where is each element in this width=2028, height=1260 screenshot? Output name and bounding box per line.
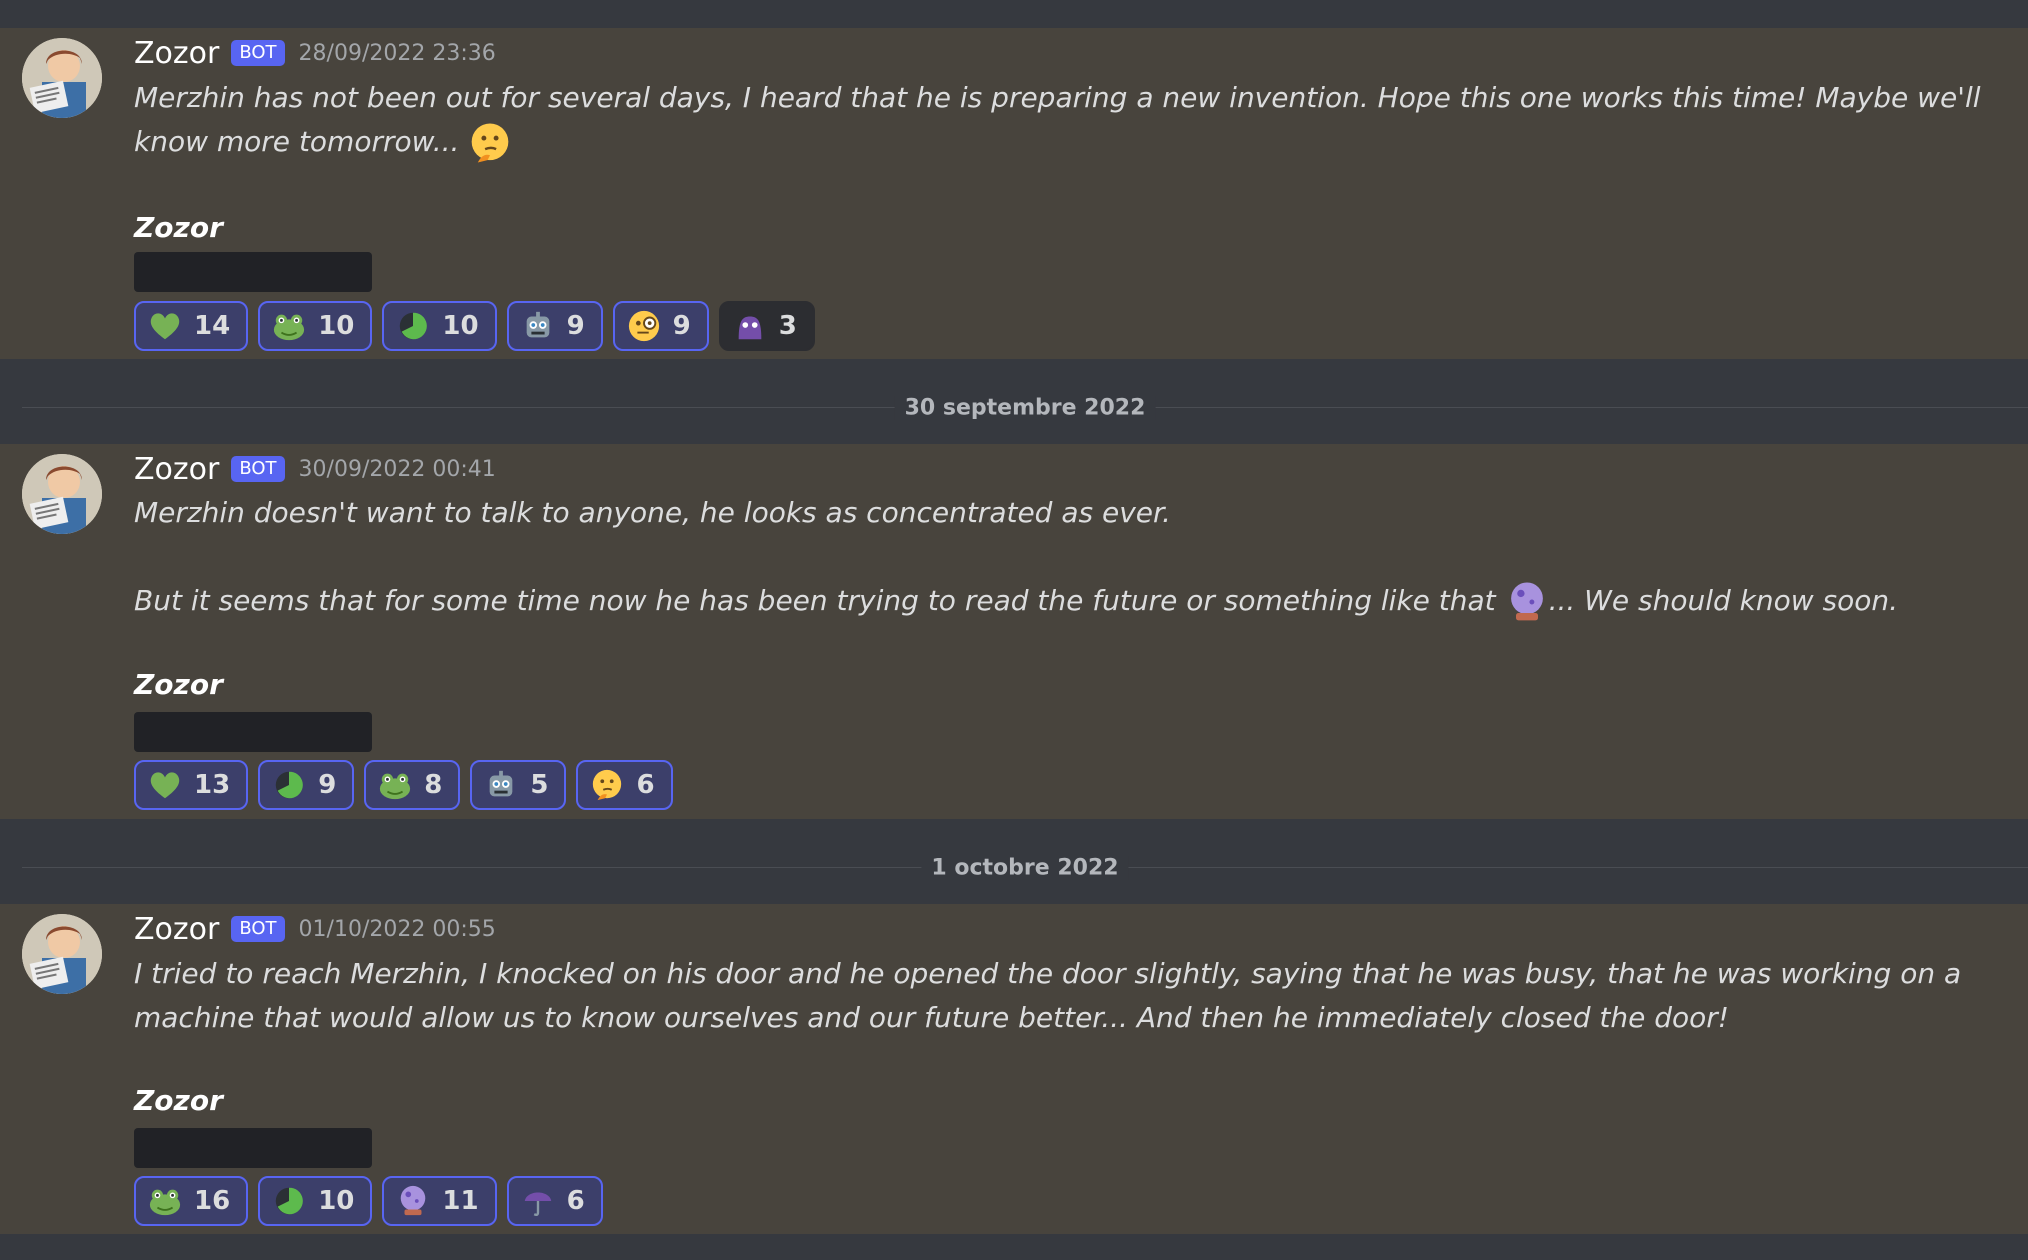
reaction-count: 10 (318, 311, 355, 341)
green-pie-icon (272, 1184, 306, 1218)
reaction-button[interactable]: 6 (506, 1176, 603, 1226)
reaction-button[interactable]: 8 (364, 760, 461, 810)
avatar[interactable] (22, 454, 102, 534)
date-divider: 1 octobre 2022 (22, 855, 2028, 881)
reaction-button[interactable]: 5 (470, 760, 567, 810)
frog-icon (148, 1184, 182, 1218)
date-divider: 30 septembre 2022 (22, 395, 2028, 421)
message-text: Merzhin doesn't want to talk to anyone, … (134, 496, 1171, 529)
crystal-ball-icon (1505, 580, 1549, 624)
date-divider-label: 30 septembre 2022 (894, 395, 1156, 421)
reactions-bar: 14 10 10 9 9 3 (134, 301, 815, 351)
redacted-block (134, 252, 372, 292)
reaction-count: 6 (636, 770, 655, 800)
redacted-block (134, 712, 372, 752)
thinking-face-icon (468, 121, 512, 165)
bot-badge: BOT (231, 40, 285, 66)
reaction-count: 13 (194, 770, 231, 800)
reaction-button[interactable]: 9 (506, 301, 603, 351)
reaction-count: 9 (672, 311, 691, 341)
green-pie-icon (272, 768, 306, 802)
message-timestamp[interactable]: 28/09/2022 23:36 (299, 41, 496, 66)
author-name[interactable]: Zozor (134, 452, 219, 487)
message-signature: Zozor (134, 668, 223, 701)
thinking-face-icon (590, 768, 624, 802)
avatar[interactable] (22, 38, 102, 118)
robot-icon (484, 768, 518, 802)
reaction-button[interactable]: 10 (258, 301, 373, 351)
reaction-button[interactable]: 3 (718, 301, 815, 351)
purple-umbrella-icon (521, 1184, 555, 1218)
author-name[interactable]: Zozor (134, 912, 219, 947)
reaction-button[interactable]: 10 (258, 1176, 373, 1226)
message-text: But it seems that for some time now he h… (134, 579, 1988, 624)
date-divider-label: 1 octobre 2022 (921, 855, 1129, 881)
message-header: Zozor BOT 30/09/2022 00:41 (134, 449, 496, 489)
message-header: Zozor BOT 01/10/2022 00:55 (134, 909, 496, 949)
green-pie-icon (396, 309, 430, 343)
frog-icon (378, 768, 412, 802)
frog-icon (272, 309, 306, 343)
bot-badge: BOT (231, 916, 285, 942)
chat-log: Zozor BOT 28/09/2022 23:36 Merzhin has n… (0, 0, 2028, 1260)
reaction-count: 16 (194, 1186, 231, 1216)
green-heart-icon (148, 309, 182, 343)
message-signature: Zozor (134, 211, 223, 244)
reaction-count: 5 (530, 770, 549, 800)
message-signature: Zozor (134, 1084, 223, 1117)
message: Zozor BOT 01/10/2022 00:55 I tried to re… (0, 904, 2028, 1234)
robot-icon (521, 309, 555, 343)
purple-ghost-icon (733, 309, 767, 343)
reaction-count: 14 (194, 311, 231, 341)
reaction-count: 6 (566, 1186, 585, 1216)
reaction-count: 3 (778, 311, 797, 341)
reactions-bar: 13 9 8 5 6 (134, 760, 673, 810)
reaction-button[interactable]: 6 (576, 760, 673, 810)
message-timestamp[interactable]: 01/10/2022 00:55 (299, 917, 496, 942)
crystal-ball-icon (396, 1184, 430, 1218)
reaction-count: 10 (318, 1186, 355, 1216)
message-header: Zozor BOT 28/09/2022 23:36 (134, 33, 496, 73)
reaction-button[interactable]: 9 (258, 760, 355, 810)
reaction-count: 8 (424, 770, 443, 800)
message-text-part: ... We should know soon. (1548, 584, 1899, 617)
green-heart-icon (148, 768, 182, 802)
message-text-part: But it seems that for some time now he h… (134, 584, 1496, 617)
avatar[interactable] (22, 914, 102, 994)
monocle-face-icon (627, 309, 661, 343)
reaction-button[interactable]: 10 (382, 301, 497, 351)
message-text: Merzhin has not been out for several day… (134, 81, 1981, 158)
reaction-button[interactable]: 16 (134, 1176, 249, 1226)
reaction-button[interactable]: 9 (612, 301, 709, 351)
reactions-bar: 16 10 11 6 (134, 1176, 603, 1226)
message-timestamp[interactable]: 30/09/2022 00:41 (299, 457, 496, 482)
reaction-button[interactable]: 14 (134, 301, 249, 351)
reaction-count: 9 (566, 311, 585, 341)
author-name[interactable]: Zozor (134, 36, 219, 71)
reaction-count: 10 (442, 311, 479, 341)
redacted-block (134, 1128, 372, 1168)
bot-badge: BOT (231, 456, 285, 482)
message-content: I tried to reach Merzhin, I knocked on h… (134, 952, 1988, 1040)
reaction-button[interactable]: 11 (382, 1176, 497, 1226)
message-content: Merzhin doesn't want to talk to anyone, … (134, 491, 1988, 624)
message: Zozor BOT 28/09/2022 23:36 Merzhin has n… (0, 28, 2028, 359)
message-text: I tried to reach Merzhin, I knocked on h… (134, 957, 1962, 1034)
reaction-button[interactable]: 13 (134, 760, 249, 810)
message-content: Merzhin has not been out for several day… (134, 76, 1988, 165)
message: Zozor BOT 30/09/2022 00:41 Merzhin doesn… (0, 444, 2028, 819)
reaction-count: 9 (318, 770, 337, 800)
reaction-count: 11 (442, 1186, 479, 1216)
